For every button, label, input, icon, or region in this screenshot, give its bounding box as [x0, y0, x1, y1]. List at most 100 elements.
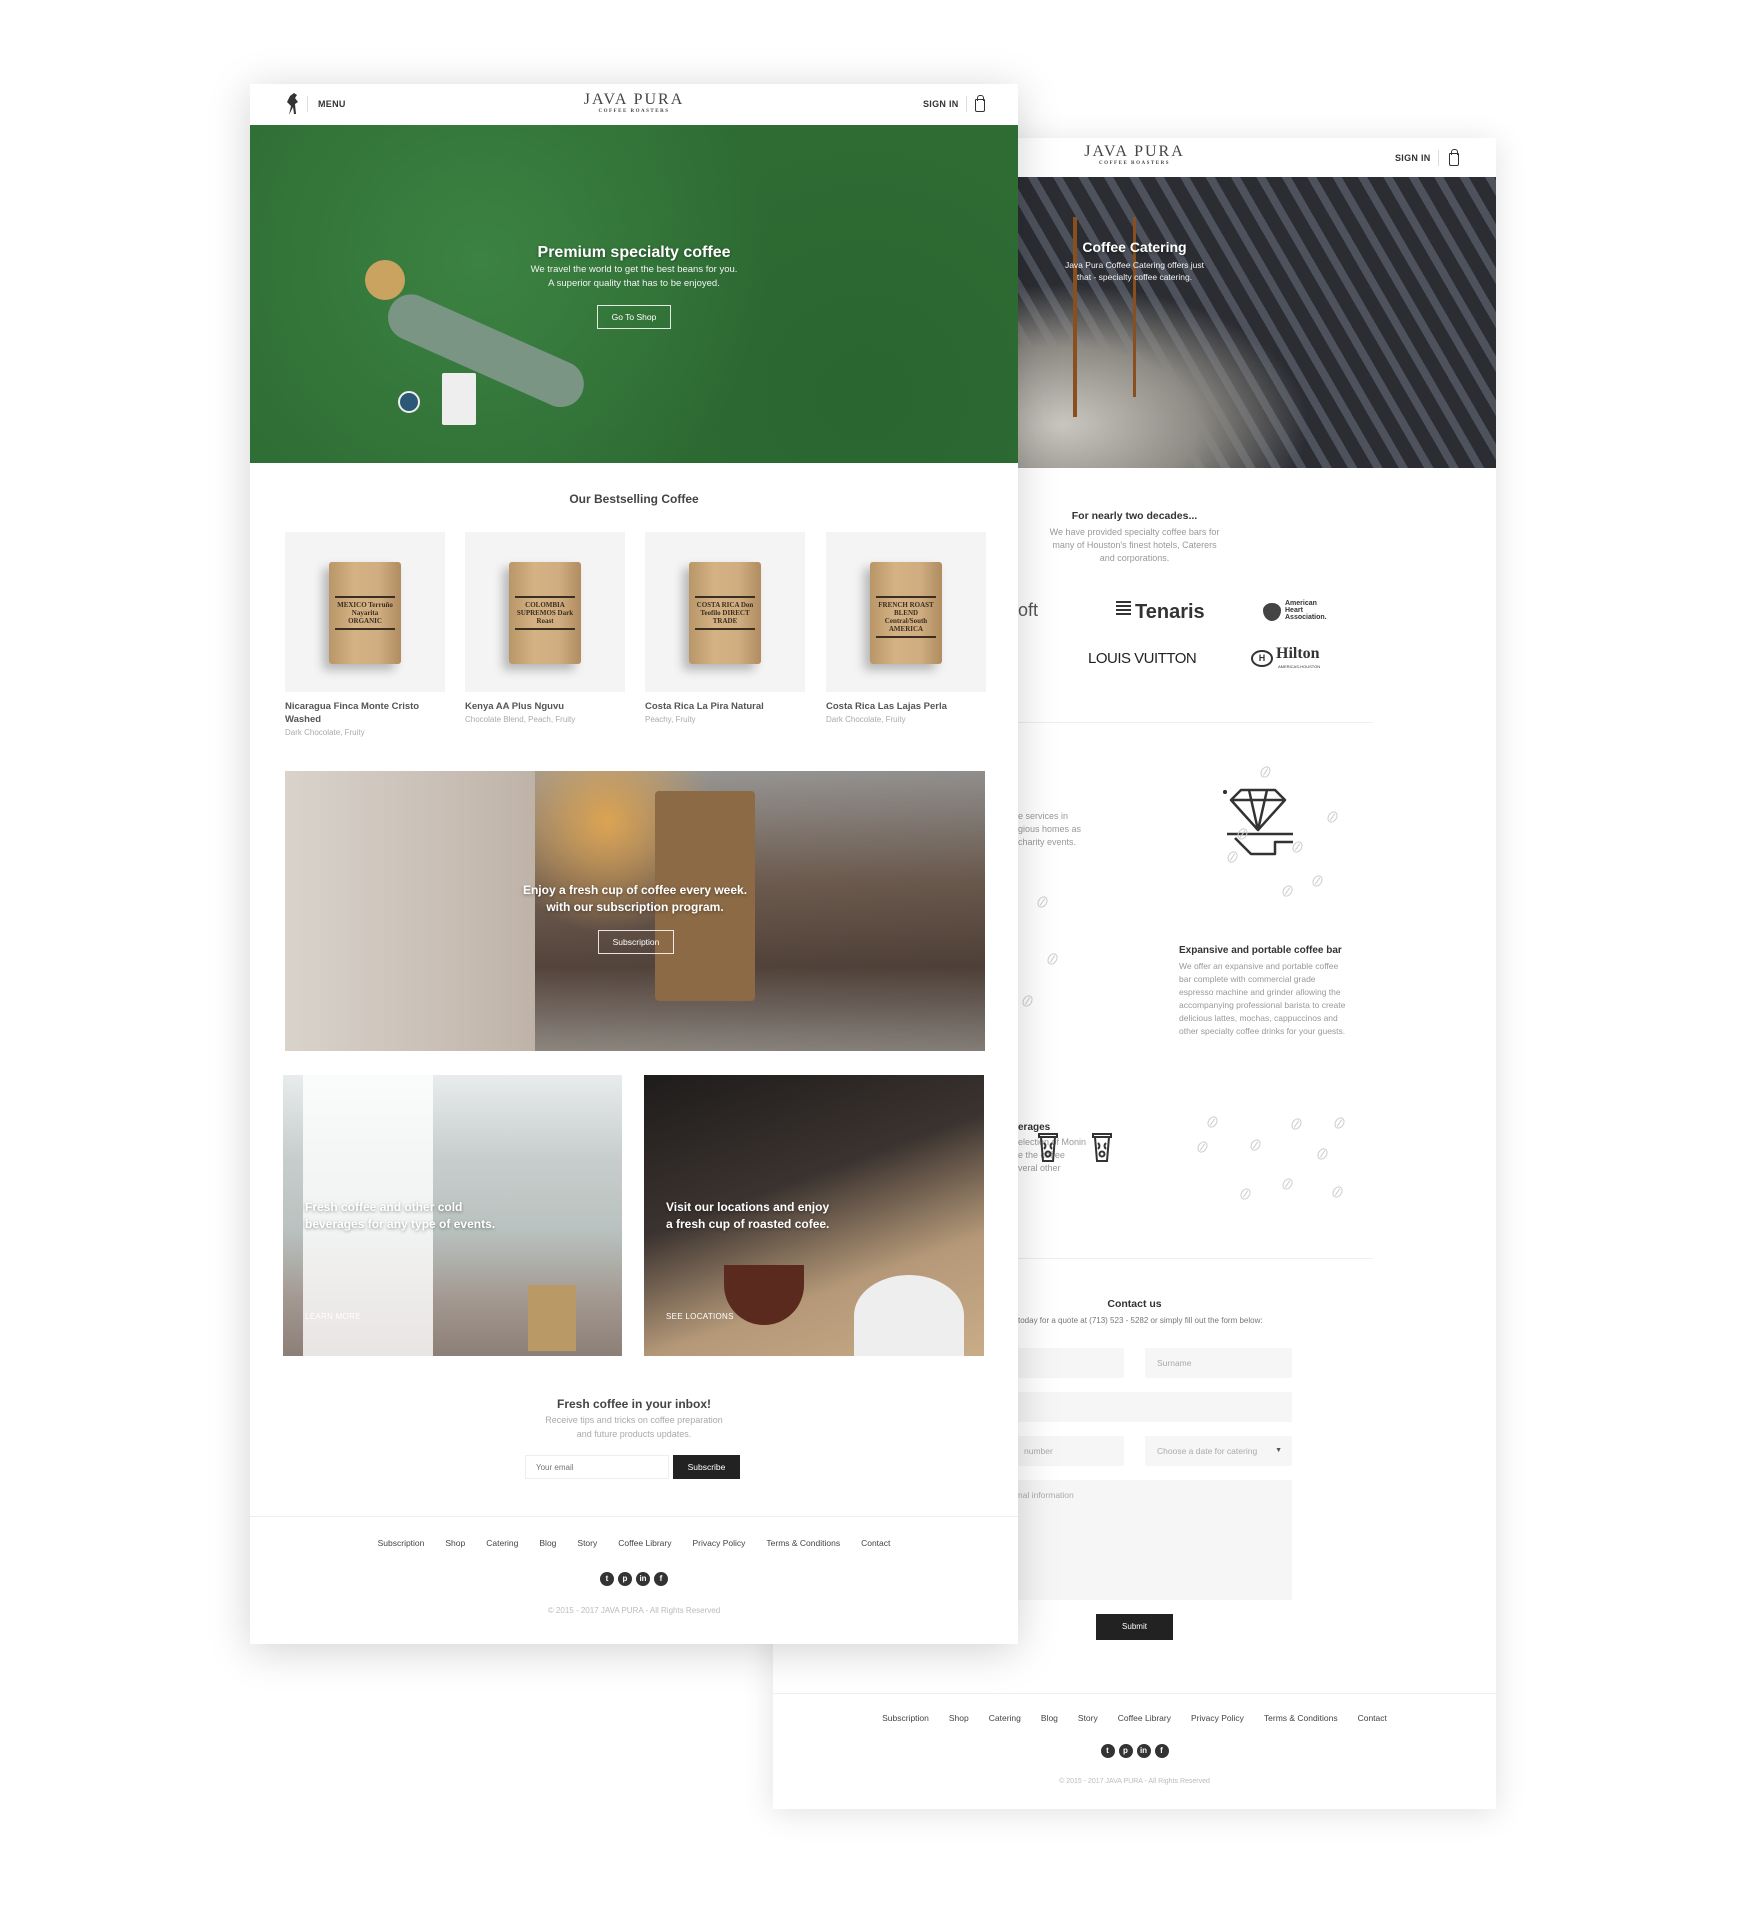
tenaris-logo-icon [1116, 601, 1131, 615]
footer-link[interactable]: Subscription [882, 1713, 929, 1723]
text-line: gious homes as [1018, 824, 1082, 834]
bestselling-title: Our Bestselling Coffee [569, 492, 699, 506]
hero-line: A superior quality that has to be enjoye… [548, 278, 720, 289]
hero-banner: Premium specialty coffee We travel the w… [250, 125, 1018, 463]
footer-link[interactable]: Story [1078, 1713, 1098, 1723]
newsletter-title: Fresh coffee in your inbox! [556, 1397, 712, 1411]
pinterest-icon[interactable]: p [618, 1572, 632, 1586]
product-name[interactable]: Costa Rica Las Lajas Perla [826, 700, 986, 713]
footer-link[interactable]: Subscription [378, 1538, 425, 1548]
tile-line: beverages for any type of events. [305, 1217, 496, 1231]
go-to-shop-button[interactable]: Go To Shop [597, 305, 671, 329]
twitter-icon[interactable]: t [600, 1572, 614, 1586]
product-card[interactable]: MEXICO Terruño Nayarita ORGANIC [285, 532, 445, 692]
footer-link[interactable]: Catering [989, 1713, 1021, 1723]
subscription-button[interactable]: Subscription [598, 930, 674, 954]
footer-link[interactable]: Terms & Conditions [766, 1538, 840, 1548]
coffee-bean-icon [1195, 1139, 1210, 1155]
footer-link[interactable]: Contact [1358, 1713, 1387, 1723]
brand-logo[interactable]: JAVA PURA [250, 91, 1018, 109]
product-name[interactable]: Nicaragua Finca Monte Cristo Washed [285, 700, 445, 726]
footer-link[interactable]: Privacy Policy [1191, 1713, 1244, 1723]
hilton-subtitle: AMERICAS-HOUSTON [1278, 664, 1321, 669]
newsletter-line: Receive tips and tricks on coffee prepar… [545, 1415, 723, 1425]
learn-more-link[interactable]: LEARN MORE [305, 1312, 361, 1321]
divider [966, 96, 967, 112]
linkedin-icon[interactable]: in [636, 1572, 650, 1586]
footer-divider [773, 1693, 1496, 1694]
pinterest-icon[interactable]: p [1118, 1744, 1133, 1758]
text-line: bar complete with commercial grade [1179, 974, 1316, 984]
home-page: MENU JAVA PURA COFFEE ROASTERS SIGN IN P… [250, 84, 1018, 1644]
footer-link[interactable]: Catering [486, 1538, 518, 1548]
footer-link[interactable]: Shop [949, 1713, 969, 1723]
coffee-cup-icon [1092, 1133, 1112, 1162]
facebook-icon[interactable]: f [1154, 1744, 1169, 1758]
text-line: other specialty coffee drinks for your g… [1179, 1026, 1346, 1036]
email-input[interactable] [525, 1455, 669, 1479]
bag-label: COLOMBIA SUPREMOS Dark Roast [515, 596, 575, 630]
footer-link[interactable]: Coffee Library [618, 1538, 671, 1548]
coffee-bean-icon [1280, 883, 1295, 899]
additional-info-textarea[interactable]: nal information [976, 1480, 1292, 1600]
divider [1438, 150, 1439, 166]
footer-links: Subscription Shop Catering Blog Story Coffee … [250, 1538, 1018, 1548]
shopping-bag-icon[interactable] [975, 95, 985, 112]
footer-link[interactable]: Story [577, 1538, 597, 1548]
coffee-bean-icon [1045, 951, 1060, 967]
coffee-bean-icon [1289, 1116, 1304, 1132]
locations-tile[interactable]: Visit our locations and enjoy a fresh cu… [644, 1075, 984, 1356]
product-notes: Peachy, Fruity [645, 715, 696, 724]
heart-logo-icon [1263, 603, 1281, 621]
product-card[interactable]: FRENCH ROAST BLEND Central/South AMERICA [826, 532, 986, 692]
tile-cup [724, 1265, 804, 1325]
see-locations-link[interactable]: SEE LOCATIONS [666, 1312, 734, 1321]
footer-link[interactable]: Blog [1041, 1713, 1058, 1723]
twitter-icon[interactable]: t [1100, 1744, 1115, 1758]
footer-link[interactable]: Contact [861, 1538, 890, 1548]
tile-cup [854, 1275, 964, 1356]
aha-text: Heart [1285, 607, 1303, 614]
coffee-cup-icon [1038, 1133, 1058, 1162]
footer-links: Subscription Shop Catering Blog Story Coffee … [773, 1713, 1496, 1723]
text-line: delicious lattes, mochas, cappuccinos an… [1179, 1013, 1338, 1023]
section2-body: We offer an expansive and portable coffe… [1179, 960, 1345, 1038]
shopping-bag-icon[interactable] [1449, 149, 1459, 166]
bag-label: FRENCH ROAST BLEND Central/South AMERICA [876, 596, 936, 638]
events-tile[interactable]: Fresh coffee and other cold beverages fo… [283, 1075, 622, 1356]
coffee-bean-icon [1325, 809, 1340, 825]
email-field[interactable] [976, 1392, 1292, 1422]
hero-line: We travel the world to get the best bean… [530, 264, 738, 275]
subscribe-button[interactable]: Subscribe [673, 1455, 740, 1479]
product-card[interactable]: COSTA RICA Don Teofilo DIRECT TRADE [645, 532, 805, 692]
tile-line: a fresh cup of roasted cofee. [666, 1217, 830, 1231]
facebook-icon[interactable]: f [654, 1572, 668, 1586]
coffee-bean-icon [1035, 894, 1050, 910]
hilton-logo-icon: H [1251, 650, 1273, 667]
product-notes: Dark Chocolate, Fruity [826, 715, 906, 724]
select-value: Choose a date for catering [1157, 1446, 1258, 1456]
sign-in-link[interactable]: SIGN IN [1395, 153, 1431, 163]
text-line: accompanying professional barista to cre… [1179, 1000, 1346, 1010]
footer-link[interactable]: Privacy Policy [692, 1538, 745, 1548]
footer-link[interactable]: Terms & Conditions [1264, 1713, 1338, 1723]
catering-date-select[interactable]: Choose a date for catering ▼ [1145, 1436, 1292, 1466]
tile-line: Fresh coffee and other cold [305, 1200, 463, 1214]
product-card[interactable]: COLOMBIA SUPREMOS Dark Roast [465, 532, 625, 692]
text-line: charity events. [1018, 837, 1077, 847]
footer-link[interactable]: Shop [445, 1538, 465, 1548]
aha-text: American [1285, 600, 1317, 607]
product-name[interactable]: Costa Rica La Pira Natural [645, 700, 805, 713]
client-logo-tenaris: Tenaris [1135, 601, 1205, 623]
linkedin-icon[interactable]: in [1136, 1744, 1151, 1758]
sign-in-link[interactable]: SIGN IN [923, 99, 959, 109]
coffee-bean-icon [1280, 1176, 1295, 1192]
product-name[interactable]: Kenya AA Plus Nguvu [465, 700, 625, 713]
brand-subtitle: COFFEE ROASTERS [598, 109, 670, 114]
surname-field[interactable]: Surname [1145, 1348, 1292, 1378]
text-line: espresso machine and grinder allowing th… [1179, 987, 1341, 997]
coffee-bean-icon [1330, 1184, 1345, 1200]
submit-button[interactable]: Submit [1096, 1614, 1173, 1640]
footer-link[interactable]: Coffee Library [1118, 1713, 1171, 1723]
footer-link[interactable]: Blog [539, 1538, 556, 1548]
